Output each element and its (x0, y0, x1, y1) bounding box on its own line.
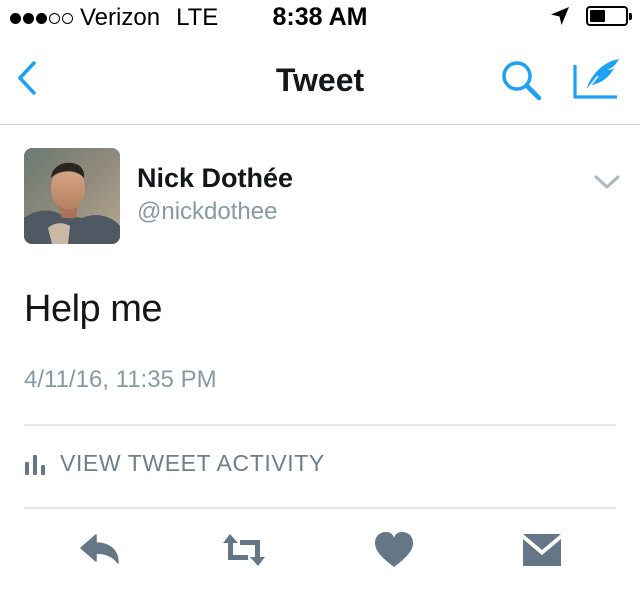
tweet-text: Help me (24, 288, 163, 330)
author-handle[interactable]: @nickdothee (137, 198, 277, 226)
avatar[interactable] (24, 148, 120, 244)
chevron-down-icon[interactable] (592, 172, 622, 192)
reply-icon[interactable] (78, 530, 122, 570)
retweet-icon[interactable] (222, 530, 266, 570)
like-icon[interactable] (372, 530, 416, 570)
divider (24, 424, 616, 426)
author-name[interactable]: Nick Dothée (137, 163, 293, 194)
location-arrow-icon (551, 7, 569, 25)
divider (24, 507, 616, 509)
bar-chart-icon (25, 454, 45, 475)
direct-message-icon[interactable] (520, 530, 564, 570)
compose-icon[interactable] (572, 56, 622, 102)
tweet-timestamp: 4/11/16, 11:35 PM (24, 366, 217, 393)
view-tweet-activity-label: VIEW TWEET ACTIVITY (60, 450, 325, 476)
nav-bar: Tweet (0, 40, 640, 125)
battery-fill (590, 10, 606, 22)
search-icon[interactable] (498, 58, 546, 102)
status-bar-right (550, 6, 632, 26)
avatar-photo (24, 148, 120, 244)
view-tweet-activity-link[interactable]: VIEW TWEET ACTIVITY (24, 450, 325, 477)
status-time: 8:38 AM (272, 3, 368, 31)
battery-icon (586, 6, 632, 26)
status-bar: Verizon LTE 8:38 AM (0, 0, 640, 34)
